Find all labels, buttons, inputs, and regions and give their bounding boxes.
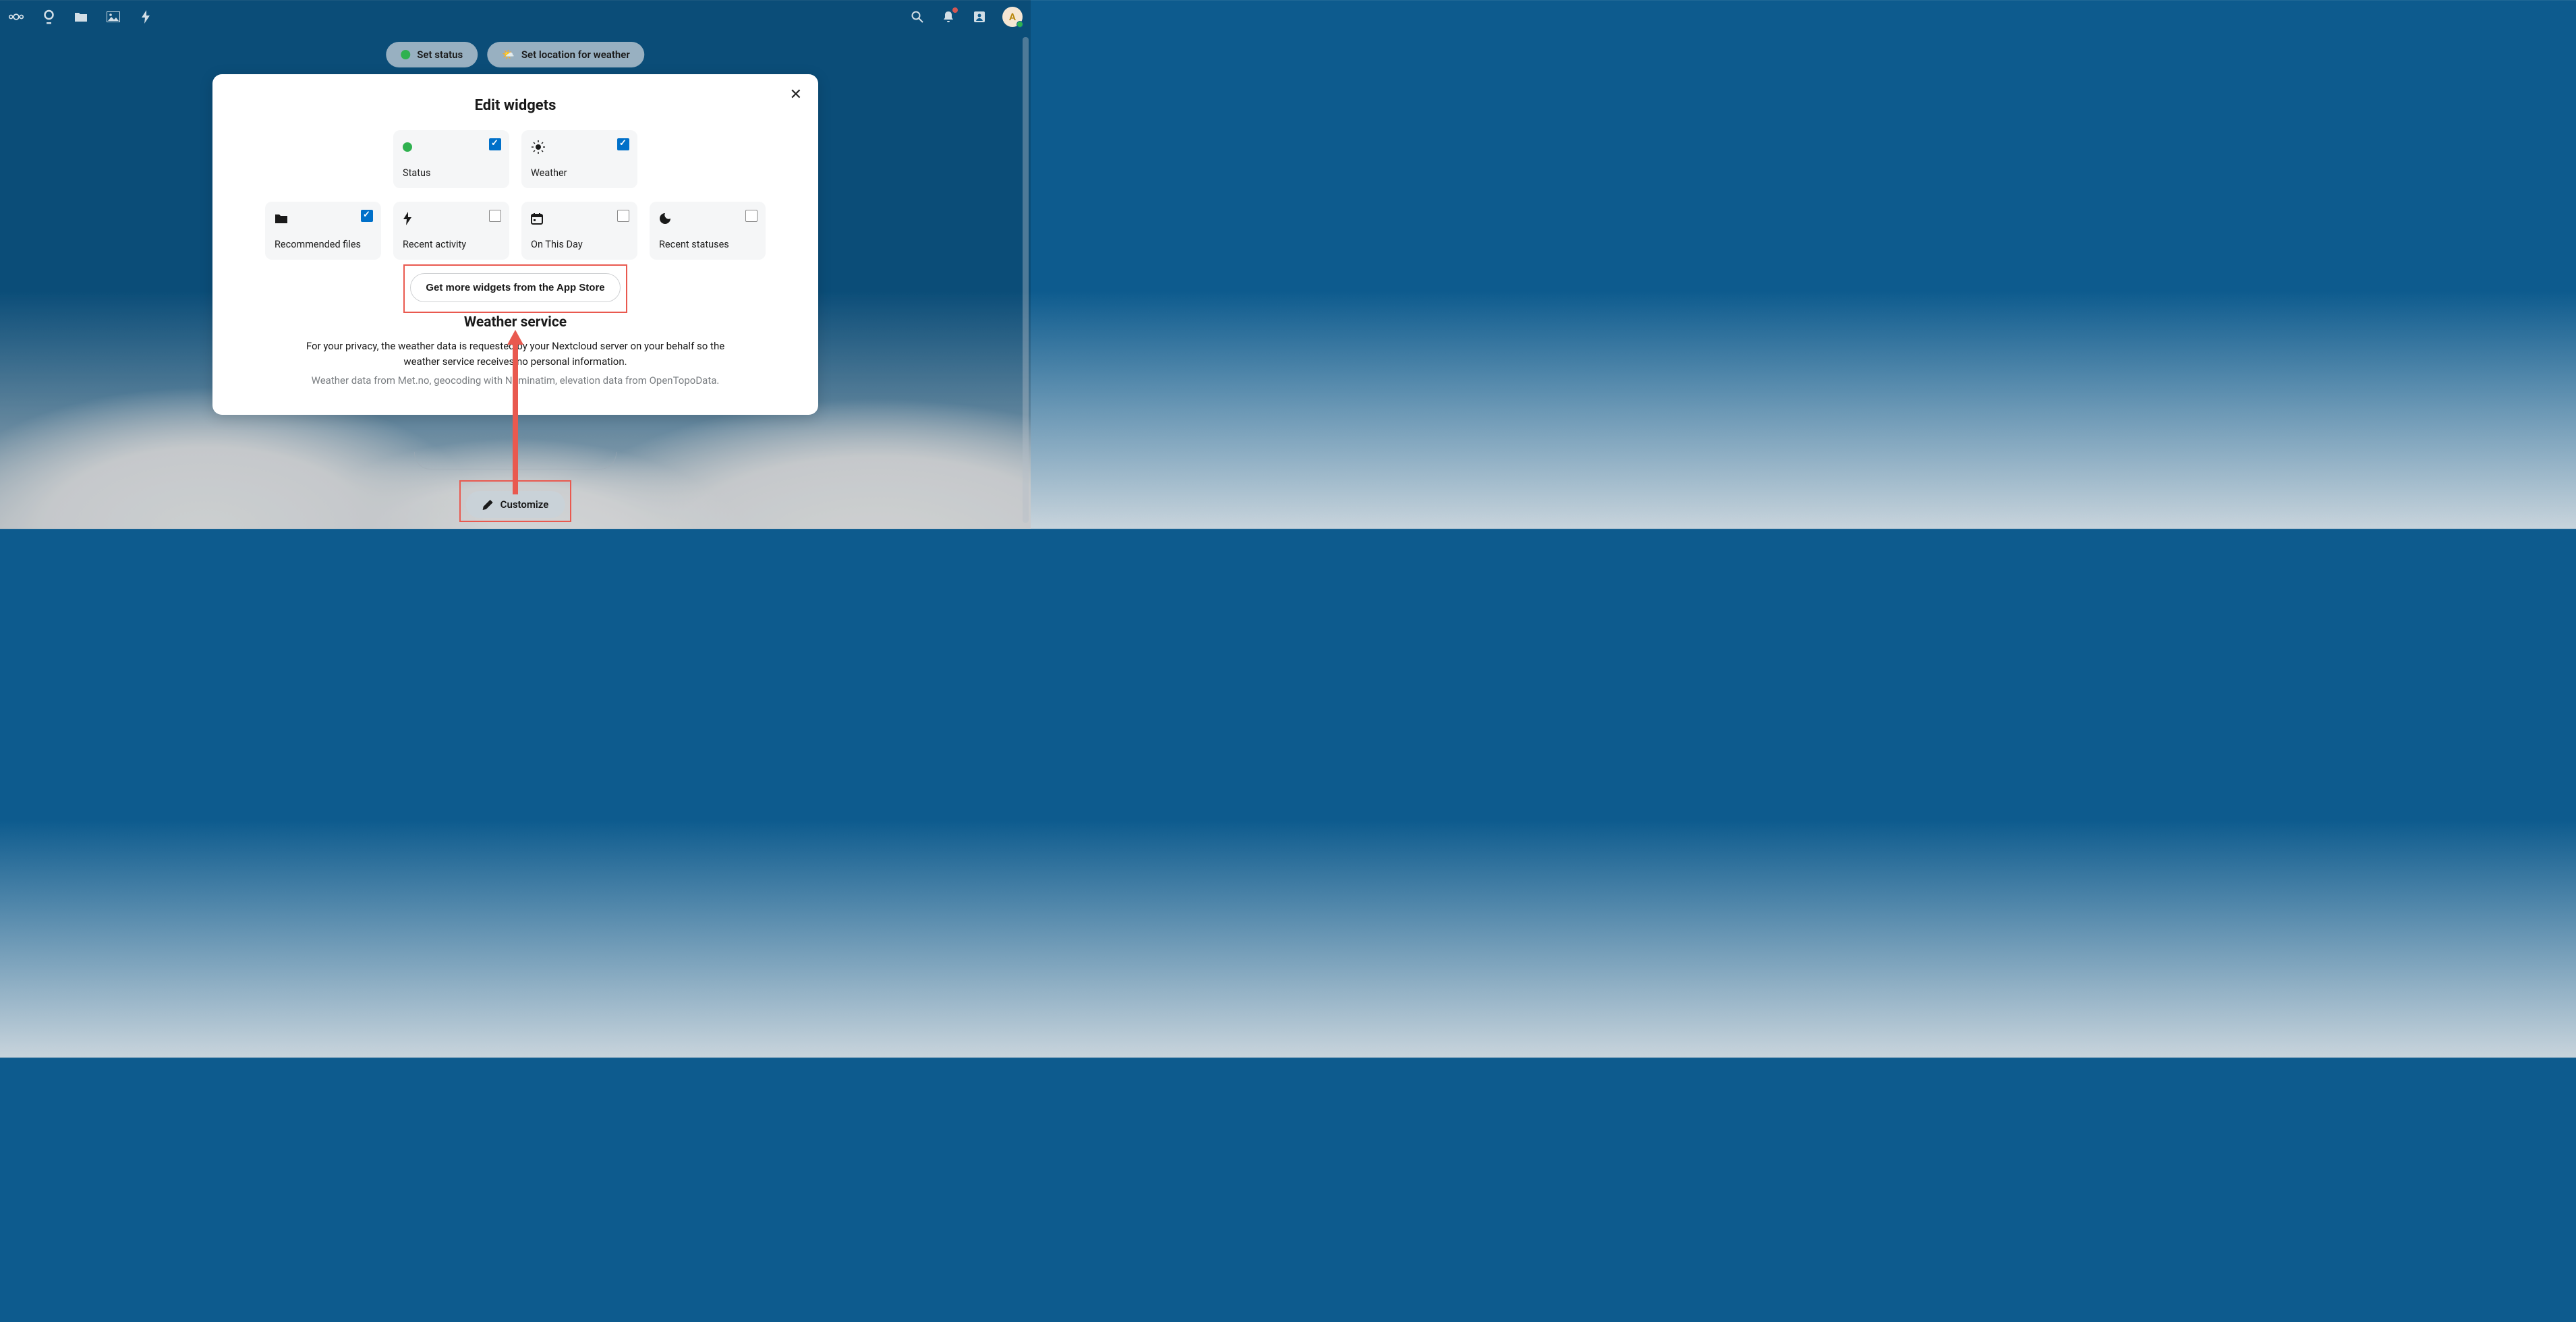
user-avatar[interactable]: A <box>1002 7 1023 27</box>
customize-button[interactable]: Customize <box>466 491 565 518</box>
sun-icon <box>531 140 628 154</box>
scrollbar[interactable] <box>1023 37 1029 523</box>
widget-label: Recommended files <box>275 239 372 250</box>
notifications-icon[interactable] <box>940 9 956 25</box>
top-navigation: A <box>0 0 1031 34</box>
widget-label: Weather <box>531 167 628 179</box>
hidden-element <box>414 452 617 469</box>
files-icon[interactable] <box>73 9 89 25</box>
widget-label: Recent activity <box>403 239 500 250</box>
set-status-label: Set status <box>417 49 463 61</box>
presence-dot <box>1017 21 1023 28</box>
notification-badge <box>952 7 958 13</box>
widget-grid-row1: Status Weather <box>237 130 794 188</box>
set-weather-label: Set location for weather <box>521 49 630 61</box>
dashboard-icon[interactable] <box>40 9 57 25</box>
modal-title: Edit widgets <box>237 97 794 114</box>
get-more-widgets-button[interactable]: Get more widgets from the App Store <box>410 273 620 302</box>
checkbox-recommended-files[interactable] <box>361 210 373 222</box>
folder-icon <box>275 211 372 226</box>
contacts-icon[interactable] <box>971 9 988 25</box>
widget-card-status[interactable]: Status <box>393 130 509 188</box>
widget-label: Status <box>403 167 500 179</box>
activity-icon[interactable] <box>138 9 154 25</box>
pencil-icon <box>482 499 494 511</box>
status-online-icon <box>401 50 410 59</box>
customize-label: Customize <box>500 498 549 511</box>
avatar-letter: A <box>1009 11 1016 23</box>
moon-icon <box>659 211 756 226</box>
widget-card-weather[interactable]: Weather <box>521 130 637 188</box>
checkbox-recent-activity[interactable] <box>489 210 501 222</box>
calendar-icon <box>531 211 628 226</box>
widget-label: On This Day <box>531 239 628 250</box>
widget-card-recommended-files[interactable]: Recommended files <box>265 202 381 260</box>
photos-icon[interactable] <box>105 9 121 25</box>
widget-card-on-this-day[interactable]: On This Day <box>521 202 637 260</box>
weather-service-heading: Weather service <box>237 314 794 330</box>
status-dot-icon <box>403 140 500 154</box>
weather-emoji-icon: 🌤️ <box>502 49 515 61</box>
widget-label: Recent statuses <box>659 239 756 250</box>
weather-service-attribution: Weather data from Met.no, geocoding with… <box>237 374 794 386</box>
checkbox-recent-statuses[interactable] <box>745 210 757 222</box>
nextcloud-logo-icon[interactable] <box>8 9 24 25</box>
weather-service-description: For your privacy, the weather data is re… <box>299 339 731 370</box>
widget-card-recent-statuses[interactable]: Recent statuses <box>650 202 766 260</box>
checkbox-on-this-day[interactable] <box>617 210 629 222</box>
checkbox-weather[interactable] <box>617 138 629 150</box>
widget-grid-row2: Recommended files Recent activity On Thi… <box>237 202 794 260</box>
set-status-button[interactable]: Set status <box>386 42 478 67</box>
search-icon[interactable] <box>909 9 925 25</box>
bolt-icon <box>403 211 500 226</box>
close-icon[interactable]: ✕ <box>790 88 802 103</box>
edit-widgets-modal: ✕ Edit widgets Status Weather Recommende… <box>212 74 818 415</box>
set-weather-location-button[interactable]: 🌤️ Set location for weather <box>487 42 645 67</box>
appstore-label: Get more widgets from the App Store <box>426 282 604 293</box>
widget-card-recent-activity[interactable]: Recent activity <box>393 202 509 260</box>
checkbox-status[interactable] <box>489 138 501 150</box>
dashboard-quick-actions: Set status 🌤️ Set location for weather <box>386 42 644 67</box>
